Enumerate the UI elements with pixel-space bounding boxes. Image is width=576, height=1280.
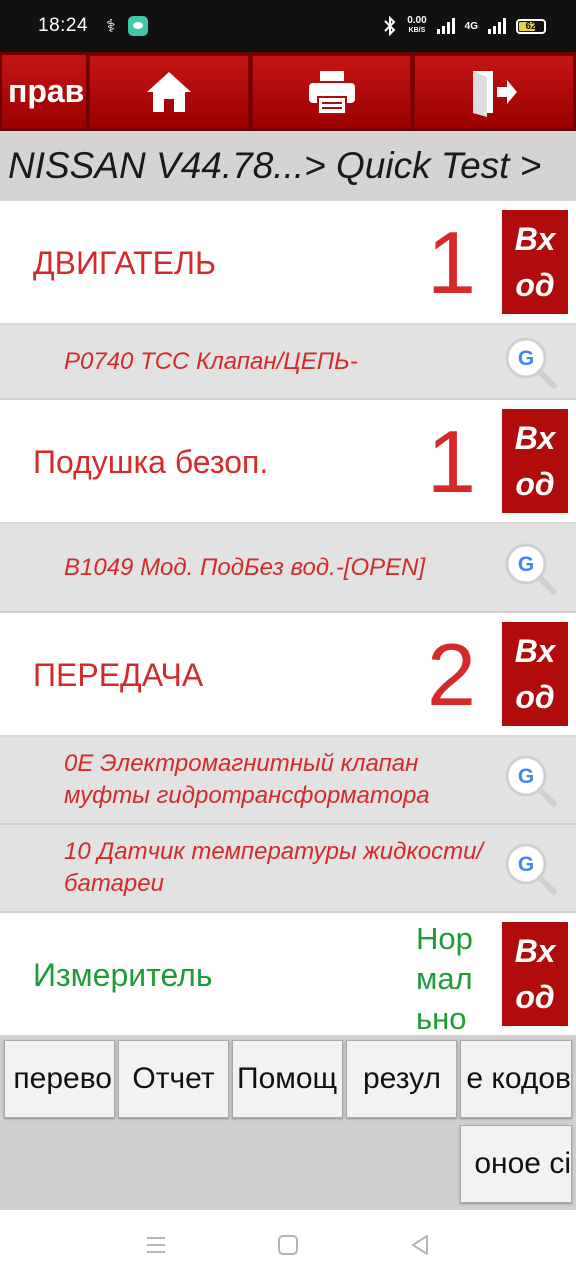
dtc-row: B1049 Мод. ПодБез вод.-[OPEN] G <box>0 524 576 613</box>
fault-count: 1 <box>427 412 476 511</box>
print-button[interactable] <box>251 55 412 128</box>
svg-text:G: G <box>518 553 534 576</box>
fault-count: 1 <box>427 213 476 312</box>
dtc-code: 0E Электромагнитный клапан муфты гидротр… <box>64 750 430 809</box>
exit-icon <box>473 70 518 117</box>
chat-app-icon <box>127 16 148 36</box>
dtc-row: 10 Датчик температуры жидкости/батареи G <box>0 825 576 913</box>
svg-text:G: G <box>518 853 534 876</box>
exit-button[interactable] <box>414 55 575 128</box>
home-nav-icon[interactable] <box>276 1233 300 1257</box>
system-nav-bar <box>0 1210 576 1280</box>
enter-button[interactable]: Вх од <box>502 922 568 1026</box>
freeze-frame-button[interactable]: оное сі <box>460 1125 572 1203</box>
enter-button[interactable]: Вх од <box>502 409 568 513</box>
google-search-icon[interactable]: G <box>502 840 558 896</box>
translate-button[interactable]: перево <box>4 1040 115 1118</box>
dtc-code: B1049 Мод. ПодБез вод.-[OPEN] <box>64 553 426 581</box>
signal-icon <box>436 18 455 34</box>
enter-button[interactable]: Вх од <box>502 210 568 314</box>
system-row-meter: Измеритель Нор мал ьно Вх од <box>0 913 576 1035</box>
print-icon <box>308 70 355 115</box>
system-row-airbag: Подушка безоп. 1 Вх од <box>0 400 576 524</box>
battery-icon: 62 <box>516 18 546 34</box>
dtc-code: P0740 TCC Клапан/ЦЕПЬ- <box>64 347 358 375</box>
system-list[interactable]: ДВИГАТЕЛЬ 1 Вх од P0740 TCC Клапан/ЦЕПЬ-… <box>0 201 576 1035</box>
enter-button[interactable]: Вх од <box>502 622 568 726</box>
system-name: Измеритель <box>33 956 213 993</box>
net-speed: 0.00 KB/S <box>407 15 427 35</box>
clock: 18:24 <box>38 15 89 36</box>
system-row-transmission: ПЕРЕДАЧА 2 Вх од <box>0 613 576 737</box>
home-icon <box>146 71 191 112</box>
google-search-icon[interactable]: G <box>502 540 558 596</box>
result-button[interactable]: резул <box>346 1040 457 1118</box>
dtc-row: P0740 TCC Клапан/ЦЕПЬ- G <box>0 325 576 400</box>
svg-text:G: G <box>518 765 534 788</box>
back-button[interactable]: прав <box>2 55 86 128</box>
home-button[interactable] <box>89 55 249 128</box>
help-button[interactable]: Помощ <box>232 1040 343 1118</box>
system-name: ПЕРЕДАЧА <box>33 656 204 693</box>
bottom-button-bar: перево Отчет Помощ резул е кодов оное сі <box>0 1035 576 1210</box>
dtc-code: 10 Датчик температуры жидкости/батареи <box>64 838 484 897</box>
network-type: 4G <box>464 20 478 32</box>
status-bar: 18:24 ⚕ 0.00 KB/S 4G 62 <box>0 0 576 52</box>
toolbar: прав <box>0 52 576 131</box>
signal-icon-2 <box>488 18 506 34</box>
google-search-icon[interactable]: G <box>502 334 558 390</box>
breadcrumb: NISSAN V44.78...> Quick Test > <box>0 131 576 201</box>
google-search-icon[interactable]: G <box>502 752 558 808</box>
clear-codes-button[interactable]: е кодов <box>460 1040 572 1118</box>
usb-icon: ⚕ <box>106 15 116 36</box>
bluetooth-icon <box>384 16 396 36</box>
dtc-row: 0E Электромагнитный клапан муфты гидротр… <box>0 737 576 825</box>
back-nav-icon[interactable] <box>408 1233 432 1257</box>
system-row-engine: ДВИГАТЕЛЬ 1 Вх од <box>0 201 576 325</box>
fault-count: 2 <box>427 625 476 724</box>
svg-text:G: G <box>518 347 534 370</box>
menu-icon[interactable] <box>144 1233 168 1257</box>
system-name: Подушка безоп. <box>33 443 269 480</box>
status-normal: Нор мал ьно <box>416 921 473 1035</box>
report-button[interactable]: Отчет <box>118 1040 229 1118</box>
system-name: ДВИГАТЕЛЬ <box>33 244 216 281</box>
